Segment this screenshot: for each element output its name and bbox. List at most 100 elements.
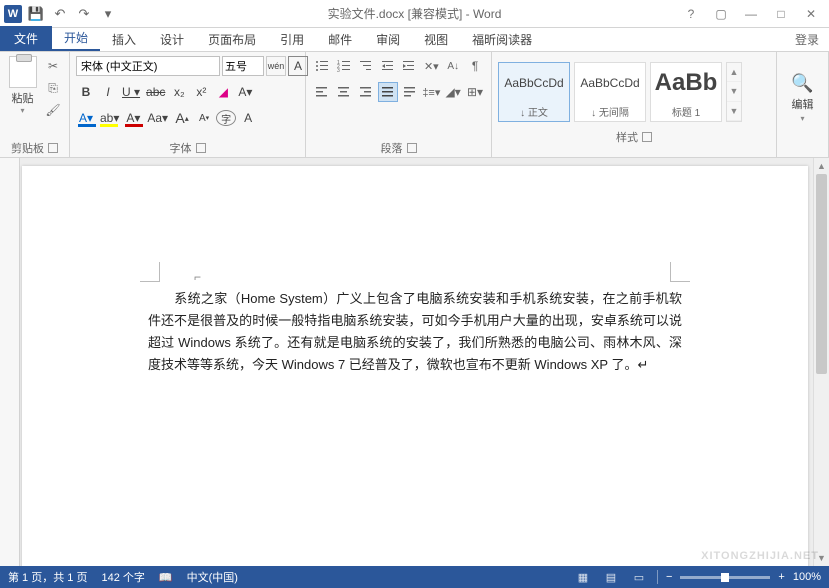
paste-button[interactable]: 粘贴 ▾ (6, 56, 39, 139)
redo-icon[interactable]: ↷ (74, 4, 94, 24)
align-right-button[interactable] (356, 82, 376, 102)
paragraph-dialog-launcher[interactable] (407, 143, 417, 153)
char-shading-button[interactable]: Aa▾ (145, 108, 170, 128)
change-case-button[interactable]: A (238, 108, 258, 128)
read-mode-view-icon[interactable]: ▤ (601, 569, 621, 585)
tab-insert[interactable]: 插入 (100, 28, 148, 51)
italic-button[interactable]: I (98, 82, 118, 102)
styles-dialog-launcher[interactable] (642, 132, 652, 142)
tab-layout[interactable]: 页面布局 (196, 28, 268, 51)
tab-references[interactable]: 引用 (268, 28, 316, 51)
clipboard-dialog-launcher[interactable] (48, 143, 58, 153)
enclose-char-button[interactable]: 字 (216, 110, 236, 126)
qat-dropdown-icon[interactable]: ▾ (98, 4, 118, 24)
underline-button[interactable]: U ▾ (120, 82, 142, 102)
align-center-button[interactable] (334, 82, 354, 102)
group-paragraph: 123 ✕▾ A↓ ¶ ‡≡▾ ◢▾ ⊞▾ 段落 (306, 52, 492, 157)
margin-corner-tl (140, 262, 160, 282)
copy-icon[interactable]: ⎘ (43, 78, 63, 98)
highlight-color-button[interactable]: ab▾ (98, 108, 121, 128)
status-word-count[interactable]: 142 个字 (101, 569, 144, 585)
align-distribute-button[interactable] (400, 82, 420, 102)
text-effects-button[interactable]: A▾ (76, 108, 96, 128)
close-icon[interactable]: ✕ (797, 4, 825, 24)
vertical-ruler[interactable] (0, 158, 20, 566)
ribbon-options-icon[interactable]: ▢ (707, 4, 735, 24)
group-edit: 🔍 编辑 ▾ (777, 52, 829, 157)
tab-foxit[interactable]: 福昕阅读器 (460, 28, 544, 51)
bold-button[interactable]: B (76, 82, 96, 102)
asian-layout-button[interactable]: ✕▾ (421, 56, 441, 76)
scrollbar-thumb[interactable] (816, 174, 827, 374)
help-icon[interactable]: ? (677, 4, 705, 24)
find-button[interactable]: 🔍 编辑 ▾ (791, 73, 813, 123)
print-layout-view-icon[interactable]: ▦ (573, 569, 593, 585)
chevron-up-icon[interactable]: ▲ (727, 63, 741, 82)
align-left-button[interactable] (312, 82, 332, 102)
tab-review[interactable]: 审阅 (364, 28, 412, 51)
format-painter-icon[interactable]: 🖌 (43, 100, 63, 120)
tab-mail[interactable]: 邮件 (316, 28, 364, 51)
chevron-down-icon[interactable]: ▼ (727, 82, 741, 101)
scroll-up-icon[interactable]: ▲ (814, 158, 829, 174)
show-marks-button[interactable]: ¶ (465, 56, 485, 76)
sort-button[interactable]: A↓ (443, 56, 463, 76)
text-highlight-button[interactable]: A▾ (235, 82, 255, 102)
minimize-icon[interactable]: — (737, 4, 765, 24)
shrink-font-button[interactable]: A▾ (194, 108, 214, 128)
strike-button[interactable]: abc (144, 82, 167, 102)
font-color-button[interactable]: A▾ (123, 108, 143, 128)
zoom-in-button[interactable]: + (778, 571, 784, 583)
style-no-spacing[interactable]: AaBbCcDd ↓ 无间隔 (574, 62, 646, 122)
svg-text:3: 3 (337, 68, 340, 73)
binoculars-icon: 🔍 (791, 73, 813, 94)
bullets-button[interactable] (312, 56, 332, 76)
document-body-text[interactable]: 系统之家（Home System）广义上包含了电脑系统安装和手机系统安装，在之前… (148, 288, 682, 376)
proofing-icon[interactable]: 📖 (159, 571, 173, 584)
style-normal[interactable]: AaBbCcDd ↓ 正文 (498, 62, 570, 122)
status-page[interactable]: 第 1 页，共 1 页 (8, 569, 87, 585)
line-spacing-button[interactable]: ‡≡▾ (421, 82, 441, 102)
pinyin-guide-button[interactable]: wén (266, 56, 286, 76)
vertical-scrollbar[interactable]: ▲ ▼ (813, 158, 829, 566)
multilevel-list-button[interactable] (356, 56, 376, 76)
decrease-indent-button[interactable] (378, 56, 398, 76)
clear-format-icon[interactable]: ◢ (213, 82, 233, 102)
cut-icon[interactable]: ✂ (43, 56, 63, 76)
borders-button[interactable]: ⊞▾ (465, 82, 485, 102)
numbering-button[interactable]: 123 (334, 56, 354, 76)
login-link[interactable]: 登录 (795, 31, 819, 48)
shading-button[interactable]: ◢▾ (443, 82, 463, 102)
document-workspace: ⌐ 系统之家（Home System）广义上包含了电脑系统安装和手机系统安装，在… (0, 158, 829, 566)
styles-expand-icon[interactable]: ▼ (727, 102, 741, 121)
undo-icon[interactable]: ↶ (50, 4, 70, 24)
zoom-slider[interactable] (680, 576, 770, 579)
tab-design[interactable]: 设计 (148, 28, 196, 51)
subscript-button[interactable]: x₂ (169, 82, 189, 102)
grow-font-button[interactable]: A▴ (172, 108, 192, 128)
window-title: 实验文件.docx [兼容模式] - Word (328, 5, 502, 22)
styles-gallery-scroll[interactable]: ▲ ▼ ▼ (726, 62, 742, 122)
align-justify-button[interactable] (378, 82, 398, 102)
tab-view[interactable]: 视图 (412, 28, 460, 51)
web-layout-view-icon[interactable]: ▭ (629, 569, 649, 585)
superscript-button[interactable]: x² (191, 82, 211, 102)
increase-indent-button[interactable] (400, 56, 420, 76)
zoom-out-button[interactable]: − (666, 571, 672, 583)
ribbon-tabs: 文件 开始 插入 设计 页面布局 引用 邮件 审阅 视图 福昕阅读器 登录 (0, 28, 829, 52)
tab-file[interactable]: 文件 (0, 26, 52, 51)
font-dialog-launcher[interactable] (196, 143, 206, 153)
tab-home[interactable]: 开始 (52, 26, 100, 51)
margin-corner-tr (670, 262, 690, 282)
font-name-select[interactable] (76, 56, 220, 76)
char-border-button[interactable]: A (288, 56, 308, 76)
zoom-level[interactable]: 100% (793, 571, 821, 583)
watermark-text: XITONGZHIJIA.NET (701, 550, 819, 562)
clipboard-icon (9, 56, 37, 88)
font-size-select[interactable] (222, 56, 264, 76)
maximize-icon[interactable]: □ (767, 4, 795, 24)
save-icon[interactable]: 💾 (26, 4, 46, 24)
status-language[interactable]: 中文(中国) (187, 569, 238, 585)
document-page[interactable]: ⌐ 系统之家（Home System）广义上包含了电脑系统安装和手机系统安装，在… (22, 166, 808, 566)
style-heading-1[interactable]: AaBb 标题 1 (650, 62, 722, 122)
